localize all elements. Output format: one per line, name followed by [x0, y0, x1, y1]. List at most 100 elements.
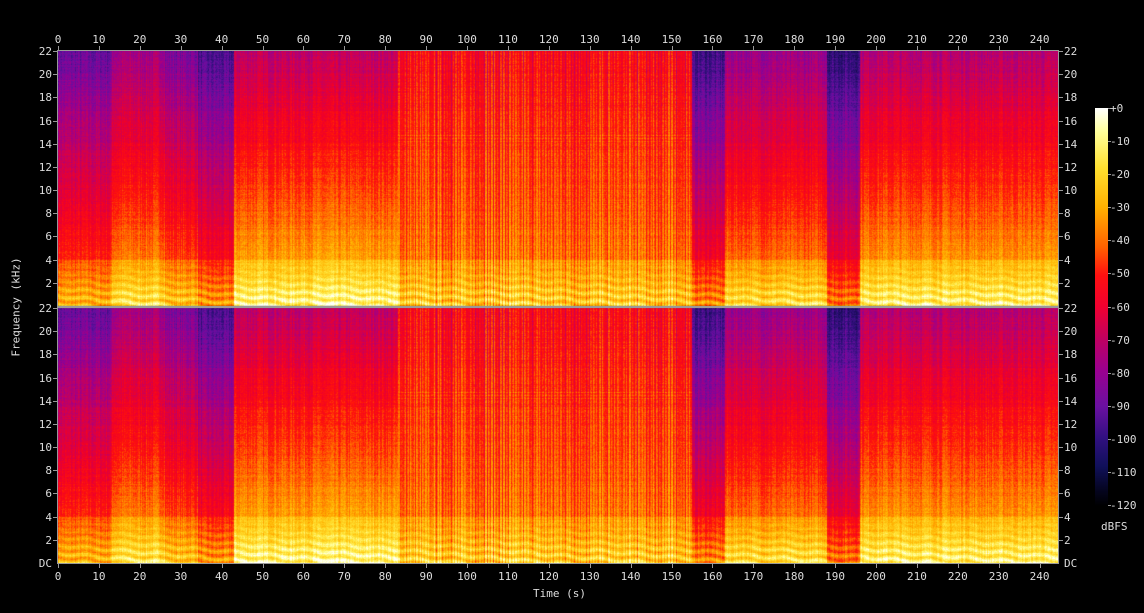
- x-tick-bottom: [916, 564, 918, 568]
- x-tick-bottom: [712, 564, 714, 568]
- y-tick-label-right: 12: [1064, 160, 1078, 174]
- colorbar-tick-label: -20: [1110, 168, 1130, 182]
- y-dc-label-left: DC: [38, 557, 52, 570]
- y-tick-label-right: 16: [1064, 114, 1078, 128]
- plot-frame-top: [57, 50, 1059, 307]
- x-tick-label-bottom: 0: [54, 570, 62, 583]
- x-tick-bottom: [876, 564, 877, 568]
- y-tick-left: [53, 282, 57, 284]
- x-tick-bottom: [262, 564, 264, 568]
- y-tick-label-right: 10: [1064, 184, 1078, 198]
- y-tick-right: [1059, 51, 1063, 52]
- y-tick-label-right: 12: [1064, 417, 1078, 431]
- y-tick-label-left: 20: [38, 68, 52, 82]
- x-tick-label-bottom: 200: [866, 570, 886, 583]
- x-tick-top: [221, 46, 223, 50]
- y-tick-label-left: 10: [38, 184, 52, 198]
- x-tick-label-top: 50: [255, 33, 270, 46]
- y-tick-label-left: 14: [38, 137, 52, 151]
- x-tick-bottom: [221, 564, 223, 568]
- x-tick-bottom: [589, 564, 591, 568]
- y-tick-left: [53, 213, 57, 215]
- y-tick-left: [53, 377, 57, 379]
- y-tick-right: [1059, 143, 1063, 145]
- colorbar-tick-label: -10: [1110, 135, 1130, 149]
- x-tick-bottom: [548, 564, 550, 568]
- x-tick-top: [303, 46, 305, 50]
- x-tick-bottom: [957, 564, 959, 568]
- y-tick-right: [1059, 493, 1063, 495]
- y-tick-label-left: 2: [45, 276, 52, 290]
- x-tick-top: [262, 46, 264, 50]
- y-tick-label-left: 16: [38, 114, 52, 128]
- x-tick-bottom: [630, 564, 632, 568]
- x-tick-bottom: [467, 564, 468, 568]
- y-tick-left: [53, 51, 57, 52]
- colorbar-tick-label: +0: [1110, 102, 1124, 115]
- y-tick-label-right: 6: [1064, 230, 1071, 244]
- colorbar-tick-label: -70: [1110, 333, 1130, 347]
- x-tick-label-top: 80: [378, 33, 392, 46]
- y-tick-label-right: 14: [1064, 137, 1078, 151]
- y-tick-label-right: 14: [1064, 394, 1078, 408]
- x-tick-label-top: 140: [620, 33, 641, 46]
- y-tick-label-left: 16: [38, 371, 52, 385]
- y-tick-right: [1059, 423, 1063, 425]
- colorbar-tick-label: -90: [1110, 399, 1130, 413]
- x-tick-top: [794, 46, 796, 50]
- x-tick-top: [753, 46, 755, 50]
- y-tick-right: [1059, 377, 1063, 379]
- y-tick-label-left: 18: [38, 348, 52, 362]
- y-tick-right: [1059, 120, 1063, 122]
- y-tick-right: [1059, 308, 1063, 309]
- y-axis-label: Frequency (kHz): [9, 257, 23, 357]
- y-tick-label-right: 20: [1064, 68, 1078, 82]
- y-tick-left: [53, 259, 57, 261]
- y-tick-label-right: 22: [1064, 45, 1078, 58]
- y-tick-left: [53, 516, 57, 518]
- y-tick-right: [1059, 331, 1063, 333]
- y-tick-left: [53, 470, 57, 472]
- y-tick-right: [1059, 282, 1063, 284]
- y-tick-right: [1059, 166, 1063, 168]
- x-tick-label-top: 40: [214, 33, 229, 46]
- x-tick-label-top: 190: [825, 33, 846, 46]
- x-tick-label-top: 30: [174, 33, 188, 46]
- y-tick-label-right: 4: [1064, 253, 1071, 267]
- x-tick-label-top: 220: [947, 33, 968, 46]
- y-tick-right: [1059, 97, 1063, 99]
- x-tick-bottom: [507, 564, 509, 568]
- x-tick-label-top: 130: [579, 33, 600, 46]
- y-tick-left: [53, 308, 57, 309]
- colorbar-tick-label: -40: [1110, 234, 1130, 248]
- x-tick-bottom: [1039, 564, 1041, 568]
- x-tick-label-bottom: 240: [1029, 570, 1050, 583]
- x-tick-top: [507, 46, 509, 50]
- y-tick-label-left: 12: [38, 160, 52, 174]
- y-tick-label-right: 4: [1064, 510, 1071, 524]
- x-tick-label-bottom: 90: [419, 570, 433, 583]
- x-tick-bottom: [671, 564, 673, 568]
- x-tick-label-top: 120: [538, 33, 559, 46]
- colorbar-tick-label: -30: [1110, 201, 1130, 215]
- y-tick-left: [53, 331, 57, 333]
- x-tick-label-top: 70: [337, 33, 351, 46]
- colorbar-tick-label: -110: [1110, 465, 1137, 479]
- colorbar-label: dBFS: [1101, 520, 1128, 533]
- x-tick-bottom: [58, 564, 59, 568]
- y-tick-label-right: 2: [1064, 276, 1071, 290]
- x-tick-label-bottom: 70: [337, 570, 351, 583]
- x-tick-bottom: [426, 564, 428, 568]
- x-tick-label-top: 0: [54, 33, 62, 46]
- x-tick-top: [467, 46, 468, 50]
- y-tick-label-right: 16: [1064, 371, 1078, 385]
- y-tick-right: [1059, 400, 1063, 402]
- x-tick-label-bottom: 140: [620, 570, 641, 583]
- x-tick-label-bottom: 230: [988, 570, 1009, 583]
- x-tick-label-bottom: 180: [784, 570, 805, 583]
- y-tick-label-left: 18: [38, 91, 52, 105]
- x-tick-label-top: 20: [133, 33, 147, 46]
- x-tick-label-top: 150: [661, 33, 682, 46]
- colorbar-tick-label: -100: [1110, 432, 1137, 446]
- y-tick-left: [53, 120, 57, 122]
